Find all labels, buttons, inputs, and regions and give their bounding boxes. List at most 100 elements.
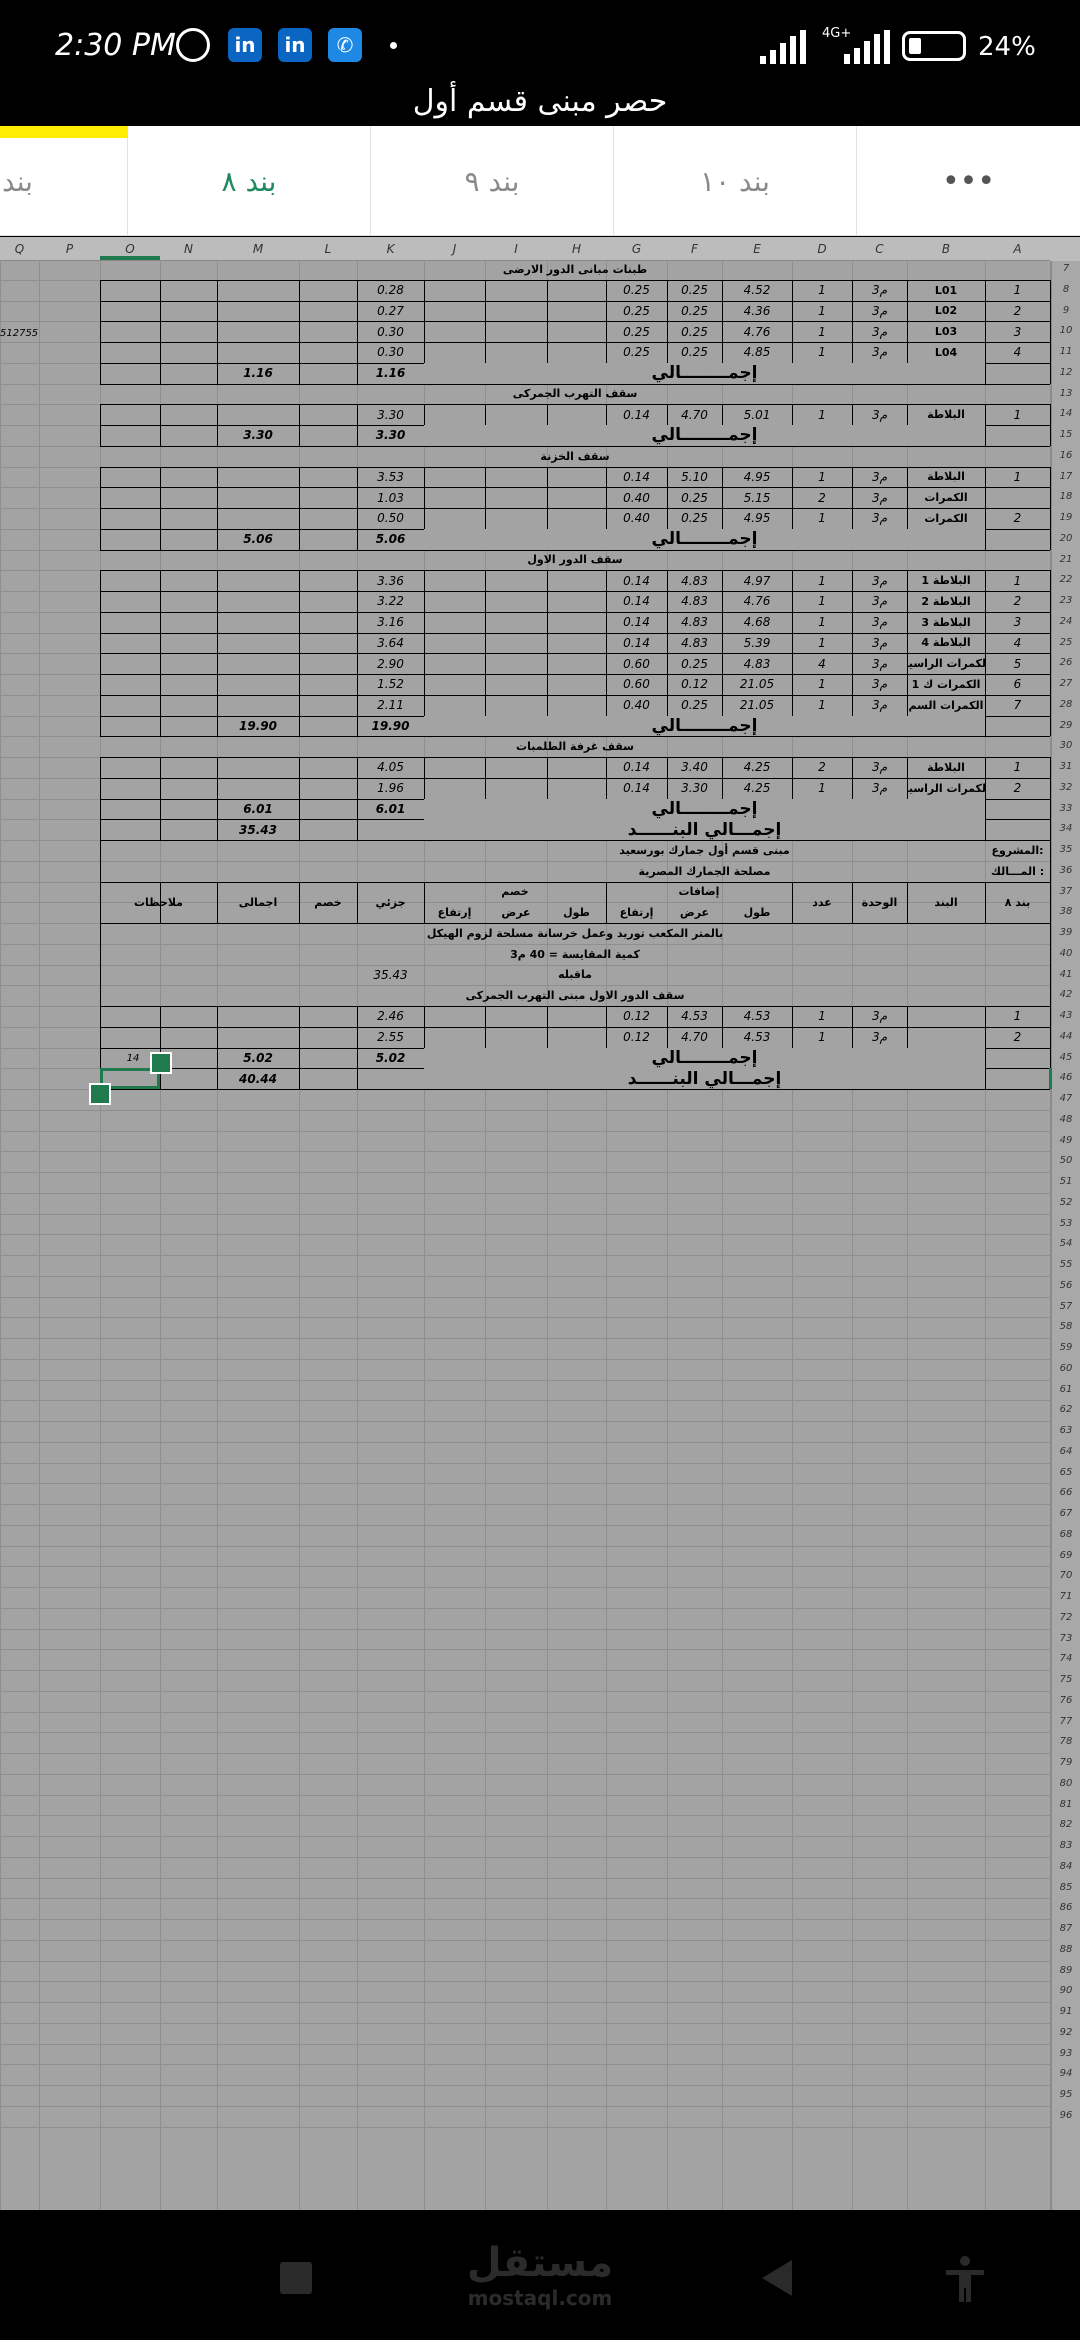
cell[interactable]: سقف الدور الاول <box>100 550 1050 571</box>
row-number[interactable]: 42 <box>1052 989 1080 1000</box>
cell[interactable] <box>907 1027 985 1048</box>
cell[interactable]: م3 <box>852 321 907 342</box>
tab-item-8[interactable]: بند ٨ <box>128 126 371 236</box>
cell[interactable]: 0.25 <box>667 653 722 674</box>
row-number[interactable]: 24 <box>1052 616 1080 627</box>
cell[interactable]: إضافات <box>606 882 792 903</box>
column-header-A[interactable]: A <box>985 237 1050 261</box>
row-number[interactable]: 88 <box>1052 1944 1080 1955</box>
cell[interactable]: 2 <box>792 487 852 508</box>
cell[interactable]: 0.25 <box>667 280 722 301</box>
row-number[interactable]: 81 <box>1052 1799 1080 1810</box>
cell[interactable]: 5.02 <box>357 1048 424 1069</box>
row-number[interactable]: 25 <box>1052 637 1080 648</box>
row-number[interactable]: 74 <box>1052 1653 1080 1664</box>
cell[interactable]: إجمــــــــالي <box>424 715 985 737</box>
cell[interactable]: 1 <box>792 1027 852 1048</box>
cell[interactable]: اجمالى <box>217 882 299 924</box>
cell[interactable]: كمية المقايسة = 40 م3 <box>100 944 1050 965</box>
cell[interactable]: 2.55 <box>357 1027 424 1048</box>
cell[interactable]: البلاطة 2 <box>907 591 985 612</box>
row-number[interactable]: 26 <box>1052 657 1080 668</box>
cell[interactable]: 4.25 <box>722 778 792 799</box>
column-header-J[interactable]: J <box>424 237 485 261</box>
cell[interactable]: 1 <box>792 342 852 363</box>
selection-handle[interactable] <box>89 1083 111 1105</box>
cell[interactable]: م3 <box>852 1006 907 1027</box>
column-header-M[interactable]: M <box>217 237 299 261</box>
cell[interactable]: 0.25 <box>606 280 667 301</box>
cell[interactable]: 0.14 <box>606 591 667 612</box>
row-number[interactable]: 45 <box>1052 1052 1080 1063</box>
cell[interactable]: 0.12 <box>606 1027 667 1048</box>
cell[interactable]: 1 <box>792 674 852 695</box>
row-number[interactable]: 28 <box>1052 699 1080 710</box>
cell[interactable]: مصلحة الجمارك المصرية <box>424 861 985 882</box>
row-number[interactable]: 65 <box>1052 1467 1080 1478</box>
cell[interactable]: 3.30 <box>357 425 424 446</box>
cell[interactable]: مبنى قسم أول جمارك بورسعيد <box>424 840 985 861</box>
cell[interactable]: 0.50 <box>357 508 424 529</box>
cell[interactable]: 4.83 <box>667 591 722 612</box>
cell[interactable]: الكمرات الراسية <box>907 778 985 799</box>
cell[interactable]: الكمرات ك 1 <box>907 674 985 695</box>
cell[interactable]: طول <box>722 902 792 923</box>
cell[interactable]: جزئي <box>357 882 424 924</box>
cell[interactable]: 5.39 <box>722 633 792 654</box>
cell[interactable]: 4 <box>792 653 852 674</box>
row-number[interactable]: 90 <box>1052 1985 1080 1996</box>
cell[interactable]: 35.43 <box>217 819 299 840</box>
row-number[interactable]: 77 <box>1052 1716 1080 1727</box>
cell[interactable]: 0.30 <box>357 342 424 363</box>
cell[interactable]: 0.14 <box>606 757 667 778</box>
cell[interactable]: 0.14 <box>606 633 667 654</box>
cell[interactable]: البند <box>907 882 985 924</box>
tab-item-10[interactable]: بند ١٠ <box>614 126 857 236</box>
cell[interactable]: عدد <box>792 882 852 924</box>
row-number[interactable]: 79 <box>1052 1757 1080 1768</box>
row-number[interactable]: 41 <box>1052 969 1080 980</box>
row-number[interactable]: 13 <box>1052 388 1080 399</box>
cell[interactable]: 0.40 <box>606 695 667 716</box>
cell[interactable]: 19.90 <box>357 716 424 737</box>
cell[interactable]: م3 <box>852 487 907 508</box>
cell[interactable]: 1 <box>792 778 852 799</box>
cell[interactable]: 4.95 <box>722 467 792 488</box>
row-number[interactable]: 54 <box>1052 1238 1080 1249</box>
cell[interactable]: م3 <box>852 653 907 674</box>
cell[interactable]: الكمرات السم <box>907 695 985 716</box>
row-number[interactable]: 34 <box>1052 823 1080 834</box>
column-header-P[interactable]: P <box>39 237 100 261</box>
cell[interactable]: 1.16 <box>217 363 299 384</box>
cell[interactable]: 1 <box>792 1006 852 1027</box>
column-header-C[interactable]: C <box>852 237 907 261</box>
cell[interactable]: 3.22 <box>357 591 424 612</box>
column-header-K[interactable]: K <box>357 237 424 261</box>
cell[interactable]: 3.16 <box>357 612 424 633</box>
row-number[interactable]: 82 <box>1052 1819 1080 1830</box>
cell[interactable]: 2.90 <box>357 653 424 674</box>
row-number[interactable]: 9 <box>1052 305 1080 316</box>
row-number[interactable]: 52 <box>1052 1197 1080 1208</box>
row-number[interactable]: 39 <box>1052 927 1080 938</box>
cell[interactable]: 1 <box>792 301 852 322</box>
cell[interactable]: 0.60 <box>606 653 667 674</box>
row-number[interactable]: 78 <box>1052 1736 1080 1747</box>
cell[interactable]: إجمــــــــالي <box>424 362 985 384</box>
cell[interactable]: 21.05 <box>722 695 792 716</box>
row-number[interactable]: 56 <box>1052 1280 1080 1291</box>
row-number[interactable]: 18 <box>1052 491 1080 502</box>
cell[interactable]: م3 <box>852 633 907 654</box>
cell[interactable]: 0.25 <box>667 301 722 322</box>
row-number[interactable]: 38 <box>1052 906 1080 917</box>
row-number[interactable]: 57 <box>1052 1301 1080 1312</box>
row-number[interactable]: 32 <box>1052 782 1080 793</box>
cell[interactable]: 19.90 <box>217 716 299 737</box>
cell[interactable]: ماقبله <box>100 965 1050 986</box>
cell[interactable] <box>907 1006 985 1027</box>
cell[interactable]: إجمــــــــالي <box>424 528 985 550</box>
cell[interactable]: 2 <box>792 757 852 778</box>
row-number[interactable]: 30 <box>1052 740 1080 751</box>
cell[interactable]: 3.36 <box>357 570 424 591</box>
cell[interactable]: المـــالك : <box>985 861 1050 882</box>
